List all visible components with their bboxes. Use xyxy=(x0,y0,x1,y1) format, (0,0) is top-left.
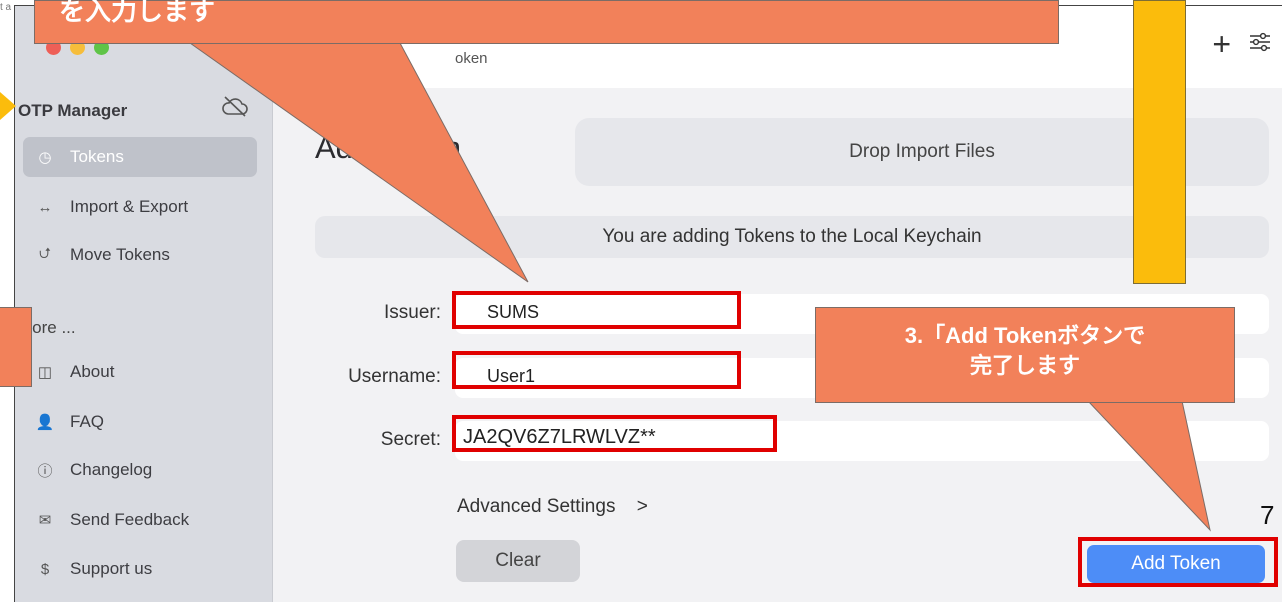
add-callout-pointer xyxy=(1086,400,1211,532)
instruction-text-top: を入力します xyxy=(59,0,216,26)
page-number: 7 xyxy=(1260,500,1275,530)
left-yellow-pointer xyxy=(0,92,16,120)
instruction-callout-add-token: 3.「Add Tokenボタンで 完了します xyxy=(815,307,1235,403)
instruction-callout-top: を入力します xyxy=(34,0,1059,44)
top-callout-pointer xyxy=(188,42,529,283)
callout-pointers xyxy=(188,42,1211,532)
left-callout-fragment xyxy=(0,307,32,387)
instruction-text-add-line2: 完了します xyxy=(969,353,1080,378)
yellow-highlight-bar xyxy=(1133,0,1186,284)
instruction-text-add-line1: 3.「Add Tokenボタンで xyxy=(904,323,1146,348)
